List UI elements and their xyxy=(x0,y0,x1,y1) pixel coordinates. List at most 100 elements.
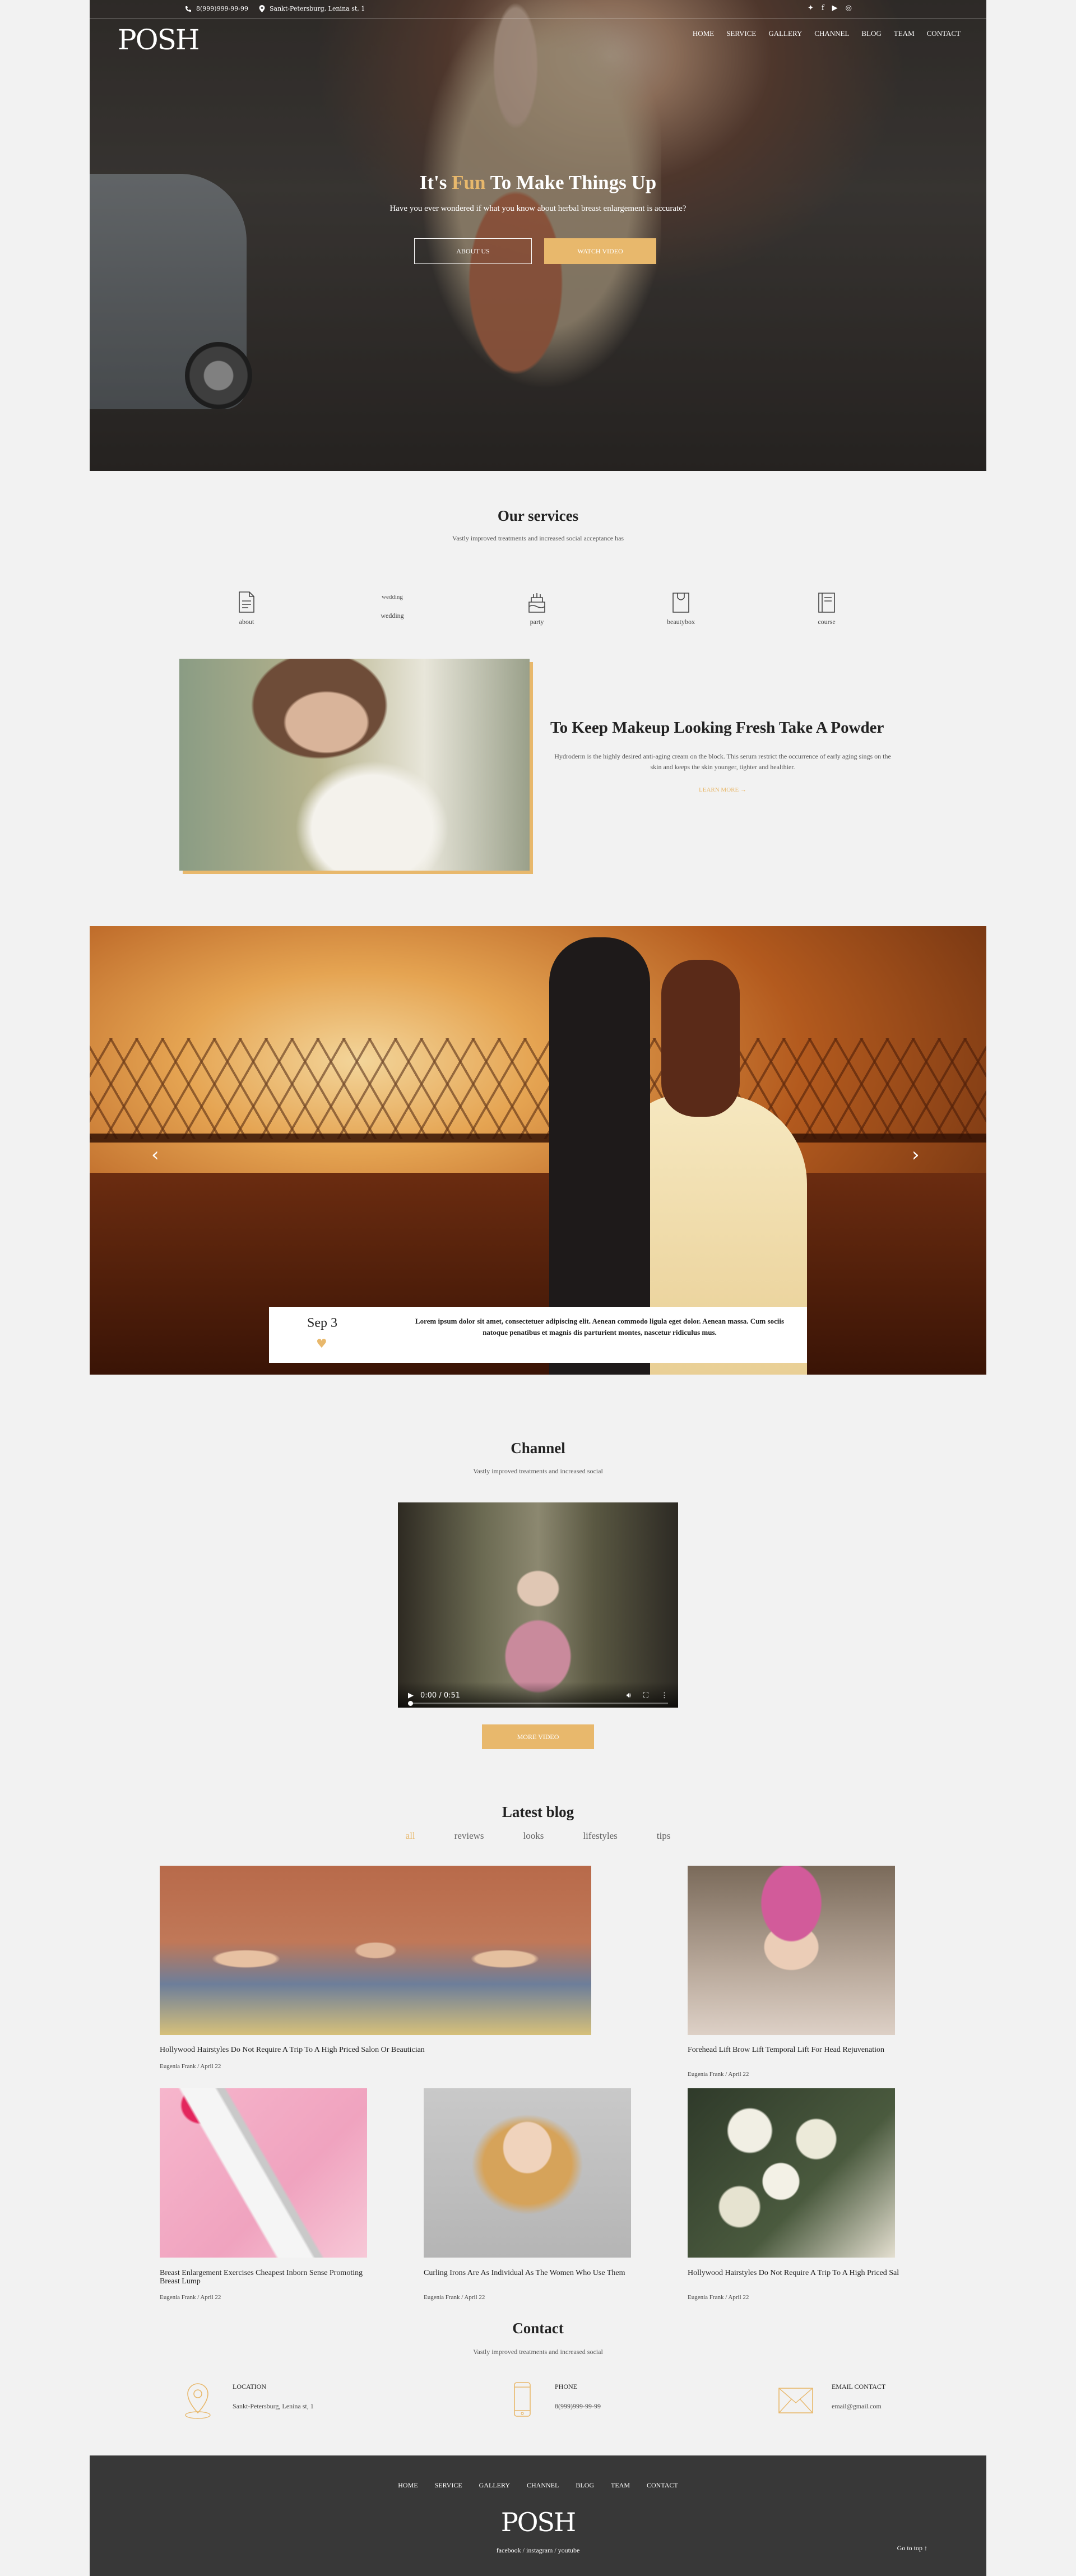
heart-icon[interactable]: ♥ xyxy=(316,1337,327,1351)
nav-team[interactable]: TEAM xyxy=(894,29,915,38)
twitter-icon[interactable]: ✦ xyxy=(808,4,814,12)
channel-subtitle: Vastly improved treatments and increased… xyxy=(473,1467,603,1475)
slider-prev-arrow-icon[interactable]: ‹ xyxy=(151,1144,159,1166)
footer-nav-gallery[interactable]: GALLERY xyxy=(479,2481,510,2490)
notebook-icon xyxy=(818,593,835,613)
hero-title-accent: Fun xyxy=(452,172,486,193)
play-icon[interactable]: ▶ xyxy=(408,1691,414,1700)
service-label: about xyxy=(239,618,254,626)
filter-all[interactable]: all xyxy=(406,1830,415,1842)
blog-filters: all reviews looks lifestyles tips xyxy=(0,1830,1076,1842)
phone-icon xyxy=(185,6,191,12)
service-item-wedding[interactable]: wedding wedding xyxy=(359,591,426,620)
hero-section: 8(999)999-99-99 Sankt-Petersburg, Lenina… xyxy=(90,0,986,471)
hero-title: It's Fun To Make Things Up xyxy=(419,172,657,193)
service-label: party xyxy=(530,618,544,626)
footer-nav-home[interactable]: HOME xyxy=(398,2481,418,2490)
nav-channel[interactable]: CHANNEL xyxy=(814,29,849,38)
blog-post-image[interactable] xyxy=(424,2088,631,2258)
facebook-icon[interactable]: f xyxy=(822,4,824,12)
instagram-icon[interactable]: ◎ xyxy=(846,4,852,12)
footer-nav-channel[interactable]: CHANNEL xyxy=(527,2481,559,2490)
phone-info: 8(999)999-99-99 xyxy=(185,5,248,12)
services-title: Our services xyxy=(497,507,579,524)
caption-date: Sep 3 xyxy=(307,1316,337,1330)
filter-reviews[interactable]: reviews xyxy=(454,1830,484,1842)
fullscreen-icon[interactable]: ⛶ xyxy=(643,1691,648,1700)
email-envelope-icon xyxy=(778,2388,813,2413)
phone-device-icon xyxy=(514,2382,531,2417)
blog-post-image[interactable] xyxy=(160,2088,367,2258)
go-to-top-link[interactable]: Go to top ↑ xyxy=(897,2544,927,2552)
cake-icon xyxy=(528,593,545,613)
video-progress-bar[interactable] xyxy=(408,1701,668,1706)
service-label: beautybox xyxy=(667,618,695,626)
nav-blog[interactable]: BLOG xyxy=(861,29,881,38)
watch-video-button[interactable]: WATCH VIDEO xyxy=(544,238,656,264)
document-icon xyxy=(239,591,254,613)
site-logo[interactable]: POSH xyxy=(118,24,200,56)
more-video-button[interactable]: MORE VIDEO xyxy=(482,1724,594,1749)
blog-title: Latest blog xyxy=(502,1803,574,1820)
footer-nav-blog[interactable]: BLOG xyxy=(576,2481,594,2490)
slider-next-arrow-icon[interactable]: › xyxy=(912,1144,920,1166)
services-subtitle: Vastly improved treatments and increased… xyxy=(452,534,624,542)
main-nav: HOME SERVICE GALLERY CHANNEL BLOG TEAM C… xyxy=(693,29,961,38)
progress-handle[interactable] xyxy=(408,1701,413,1706)
youtube-icon[interactable]: ▶ xyxy=(832,4,838,12)
contact-subtitle: Vastly improved treatments and increased… xyxy=(473,2348,603,2356)
footer-nav-team[interactable]: TEAM xyxy=(611,2481,630,2490)
contact-email: EMAIL CONTACT email@gmail.com xyxy=(832,2383,886,2410)
filter-tips[interactable]: tips xyxy=(657,1830,671,1842)
learn-more-link[interactable]: LEARN MORE → xyxy=(550,787,895,793)
hero-subtitle: Have you ever wondered if what you know … xyxy=(389,204,687,213)
contact-phone: PHONE 8(999)999-99-99 xyxy=(555,2383,601,2410)
filter-lifestyles[interactable]: lifestyles xyxy=(583,1830,617,1842)
video-player[interactable]: ▶ 0:00 / 0:51 🔊︎ ⛶ ⋮ xyxy=(398,1502,678,1708)
footer-social-links[interactable]: facebook / instagram / youtube xyxy=(90,2546,986,2555)
bag-icon xyxy=(672,593,689,613)
service-item-beautybox[interactable]: beautybox xyxy=(647,589,715,626)
nav-gallery[interactable]: GALLERY xyxy=(768,29,802,38)
service-label: course xyxy=(818,618,836,626)
location-pin-icon xyxy=(259,5,265,12)
more-options-icon[interactable]: ⋮ xyxy=(661,1691,668,1700)
location-icon xyxy=(185,2383,211,2419)
nav-contact[interactable]: CONTACT xyxy=(927,29,961,38)
service-item-course[interactable]: course xyxy=(793,589,860,626)
about-us-button[interactable]: ABOUT US xyxy=(414,238,532,264)
blog-post-title[interactable]: Forehead Lift Brow Lift Temporal Lift Fo… xyxy=(688,2046,895,2054)
broken-image-icon: wedding xyxy=(382,594,403,600)
nav-home[interactable]: HOME xyxy=(693,29,714,38)
service-item-party[interactable]: party xyxy=(503,589,571,626)
footer-nav-service[interactable]: SERVICE xyxy=(435,2481,462,2490)
site-footer: HOME SERVICE GALLERY CHANNEL BLOG TEAM C… xyxy=(90,2455,986,2576)
caption-text: Lorem ipsum dolor sit amet, consectetuer… xyxy=(415,1317,785,1336)
phone-text: 8(999)999-99-99 xyxy=(196,5,249,12)
makeup-feature-image xyxy=(179,659,530,871)
blog-post-title[interactable]: Hollywood Hairstyles Do Not Require A Tr… xyxy=(160,2046,591,2054)
blog-post-title[interactable]: Curling Irons Are As Individual As The W… xyxy=(424,2269,642,2277)
service-item-about[interactable]: about xyxy=(213,589,280,626)
blog-post-meta: Eugenia Frank / April 22 xyxy=(160,2294,221,2301)
couple-bride-hair xyxy=(661,960,740,1117)
video-time: 0:00 / 0:51 xyxy=(420,1691,461,1700)
volume-icon[interactable]: 🔊︎ xyxy=(627,1691,631,1700)
footer-nav-contact[interactable]: CONTACT xyxy=(647,2481,678,2490)
nav-service[interactable]: SERVICE xyxy=(726,29,756,38)
footer-logo[interactable]: POSH xyxy=(90,2507,986,2537)
blog-post-image[interactable] xyxy=(688,1866,895,2035)
service-label: wedding xyxy=(381,612,404,619)
channel-title: Channel xyxy=(511,1440,565,1456)
blog-post-image[interactable] xyxy=(160,1866,591,2035)
contact-title: Contact xyxy=(512,2320,564,2337)
blog-post-title[interactable]: Hollywood Hairstyles Do Not Require A Tr… xyxy=(688,2269,906,2277)
blog-post-meta: Eugenia Frank / April 22 xyxy=(424,2294,485,2301)
filter-looks[interactable]: looks xyxy=(523,1830,544,1842)
blog-post-image[interactable] xyxy=(688,2088,895,2258)
footer-nav: HOME SERVICE GALLERY CHANNEL BLOG TEAM C… xyxy=(90,2481,986,2490)
contact-location: LOCATION Sankt-Petersburg, Lenina st, 1 xyxy=(233,2383,314,2410)
blog-post-meta: Eugenia Frank / April 22 xyxy=(688,2294,749,2301)
blog-post-meta: Eugenia Frank / April 22 xyxy=(160,2063,221,2070)
blog-post-title[interactable]: Breast Enlargement Exercises Cheapest In… xyxy=(160,2269,373,2286)
